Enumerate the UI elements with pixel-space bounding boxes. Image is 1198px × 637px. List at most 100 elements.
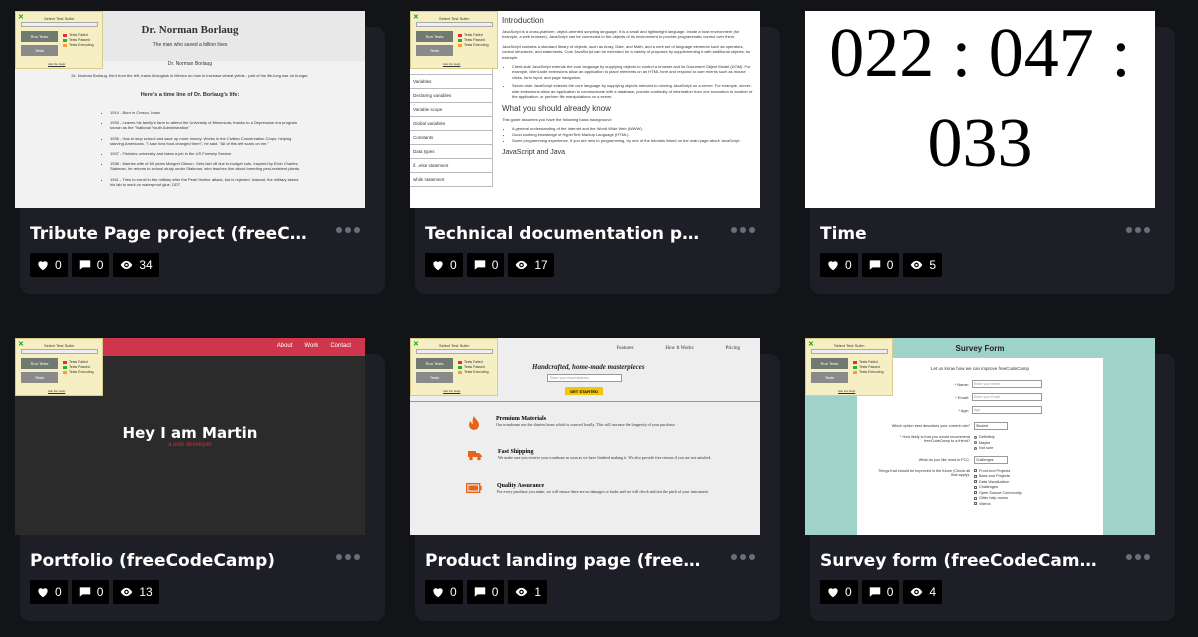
more-options-button[interactable] — [731, 227, 755, 233]
like-select[interactable]: Challenges — [974, 455, 1008, 464]
help-link[interactable]: Ask For Help — [48, 389, 65, 393]
close-icon[interactable]: ✕ — [413, 13, 419, 21]
more-options-button[interactable] — [336, 554, 360, 560]
like-button[interactable]: 0 — [425, 253, 463, 277]
comment-button[interactable]: 0 — [71, 580, 110, 604]
nav-link[interactable]: About — [277, 343, 293, 349]
views-button[interactable]: 5 — [903, 253, 943, 277]
views-button[interactable]: 17 — [508, 253, 554, 277]
pen-preview[interactable]: Features How It Works Pricing Handcrafted,… — [410, 338, 760, 535]
age-input[interactable]: Age — [972, 406, 1042, 414]
doc-nav-link[interactable]: Variable scope — [410, 103, 492, 117]
like-button[interactable]: 0 — [820, 580, 858, 604]
checkbox-option[interactable]: Front-end Projects — [974, 469, 1022, 473]
like-button[interactable]: 0 — [30, 253, 68, 277]
checkbox-icon[interactable] — [974, 491, 977, 494]
views-button[interactable]: 34 — [113, 253, 159, 277]
like-button[interactable]: 0 — [820, 253, 858, 277]
run-tests-button[interactable]: Run Tests — [21, 358, 58, 369]
comment-button[interactable]: 0 — [466, 253, 505, 277]
tests-button[interactable]: Tests — [21, 372, 58, 383]
suite-select[interactable] — [21, 22, 98, 27]
doc-nav-link[interactable]: if...else statement — [410, 159, 492, 173]
checkbox-icon[interactable] — [974, 502, 977, 505]
checkbox-icon[interactable] — [974, 485, 977, 489]
radio-icon[interactable] — [974, 435, 977, 439]
nav-link[interactable]: Features — [616, 346, 633, 351]
run-tests-button[interactable]: Run Tests — [416, 31, 453, 42]
doc-nav-link[interactable]: Data types — [410, 145, 492, 159]
pen-preview[interactable]: About Work Contact Hey I am Martin a web d… — [15, 338, 365, 535]
views-button[interactable]: 1 — [508, 580, 548, 604]
pen-title[interactable]: Technical documentation page (fre... — [425, 224, 703, 244]
run-tests-button[interactable]: Run Tests — [416, 358, 453, 369]
pen-preview[interactable]: Hello worldVariablesDeclaring variablesV… — [410, 11, 760, 208]
doc-nav-link[interactable]: Declaring variables — [410, 89, 492, 103]
pen-preview[interactable]: 022 : 047 : 033 — [805, 11, 1155, 208]
nav-link[interactable]: How It Works — [665, 346, 693, 351]
help-link[interactable]: Ask For Help — [443, 62, 460, 66]
checkbox-icon[interactable] — [974, 474, 977, 478]
radio-option[interactable]: Definitely — [974, 435, 995, 439]
pen-preview[interactable]: Dr. Norman Borlaug The man who saved a b… — [15, 11, 365, 208]
close-icon[interactable]: ✕ — [18, 13, 24, 21]
doc-nav-link[interactable]: while statement — [410, 173, 492, 187]
name-input[interactable]: Enter your name — [972, 380, 1042, 388]
like-button[interactable]: 0 — [425, 580, 463, 604]
role-select[interactable]: Student — [974, 422, 1008, 430]
help-link[interactable]: Ask For Help — [443, 389, 460, 393]
checkbox-option[interactable]: Back-end Projects — [974, 474, 1022, 478]
checkbox-option[interactable]: Gitter help rooms — [974, 496, 1022, 500]
comment-button[interactable]: 0 — [861, 253, 900, 277]
tests-button[interactable]: Tests — [416, 372, 453, 383]
more-options-button[interactable] — [731, 554, 755, 560]
suite-select[interactable] — [416, 22, 493, 27]
nav-link[interactable]: Contact — [330, 343, 351, 349]
help-link[interactable]: Ask For Help — [838, 389, 855, 393]
views-button[interactable]: 4 — [903, 580, 943, 604]
tests-button[interactable]: Tests — [416, 45, 453, 56]
tests-button[interactable]: Tests — [811, 372, 848, 383]
doc-nav-link[interactable]: Constants — [410, 131, 492, 145]
suite-select[interactable] — [21, 349, 98, 354]
comment-button[interactable]: 0 — [861, 580, 900, 604]
checkbox-icon[interactable] — [974, 469, 977, 472]
close-icon[interactable]: ✕ — [808, 340, 814, 348]
pen-title[interactable]: Time — [820, 224, 1098, 244]
radio-option[interactable]: Maybe — [974, 441, 995, 445]
nav-link[interactable]: Work — [304, 343, 318, 349]
more-options-button[interactable] — [1126, 554, 1150, 560]
get-started-button[interactable]: GET STARTED — [565, 387, 603, 395]
comment-button[interactable]: 0 — [466, 580, 505, 604]
suite-select[interactable] — [416, 349, 493, 354]
suite-select[interactable] — [811, 349, 888, 354]
like-button[interactable]: 0 — [30, 580, 68, 604]
radio-option[interactable]: Not sure — [974, 446, 995, 450]
nav-link[interactable]: Pricing — [726, 346, 740, 351]
radio-icon[interactable] — [974, 441, 977, 444]
email-input[interactable]: Enter your Email — [972, 393, 1042, 401]
doc-nav-link[interactable]: Variables — [410, 75, 492, 89]
tests-button[interactable]: Tests — [21, 45, 58, 56]
comment-button[interactable]: 0 — [71, 253, 110, 277]
email-input[interactable]: Enter your email address — [547, 374, 622, 382]
pen-preview[interactable]: Survey Form Let us know how we can impro… — [805, 338, 1155, 535]
checkbox-icon[interactable] — [974, 496, 977, 500]
more-options-button[interactable] — [336, 227, 360, 233]
pen-title[interactable]: Product landing page (freeCodeCa... — [425, 551, 703, 571]
checkbox-option[interactable]: Challenges — [974, 485, 1022, 489]
views-button[interactable]: 13 — [113, 580, 159, 604]
checkbox-option[interactable]: Open Source Community — [974, 491, 1022, 495]
run-tests-button[interactable]: Run Tests — [21, 31, 58, 42]
checkbox-option[interactable]: Data Visualization — [974, 480, 1022, 484]
checkbox-icon[interactable] — [974, 480, 977, 483]
pen-title[interactable]: Portfolio (freeCodeCamp) — [30, 551, 308, 571]
close-icon[interactable]: ✕ — [413, 340, 419, 348]
run-tests-button[interactable]: Run Tests — [811, 358, 848, 369]
doc-nav-link[interactable]: Global variables — [410, 117, 492, 131]
pen-title[interactable]: Survey form (freeCodeCamp) — [820, 551, 1098, 571]
more-options-button[interactable] — [1126, 227, 1150, 233]
pen-title[interactable]: Tribute Page project (freeCodeCa... — [30, 224, 308, 244]
close-icon[interactable]: ✕ — [18, 340, 24, 348]
checkbox-option[interactable]: Videos — [974, 502, 1022, 506]
